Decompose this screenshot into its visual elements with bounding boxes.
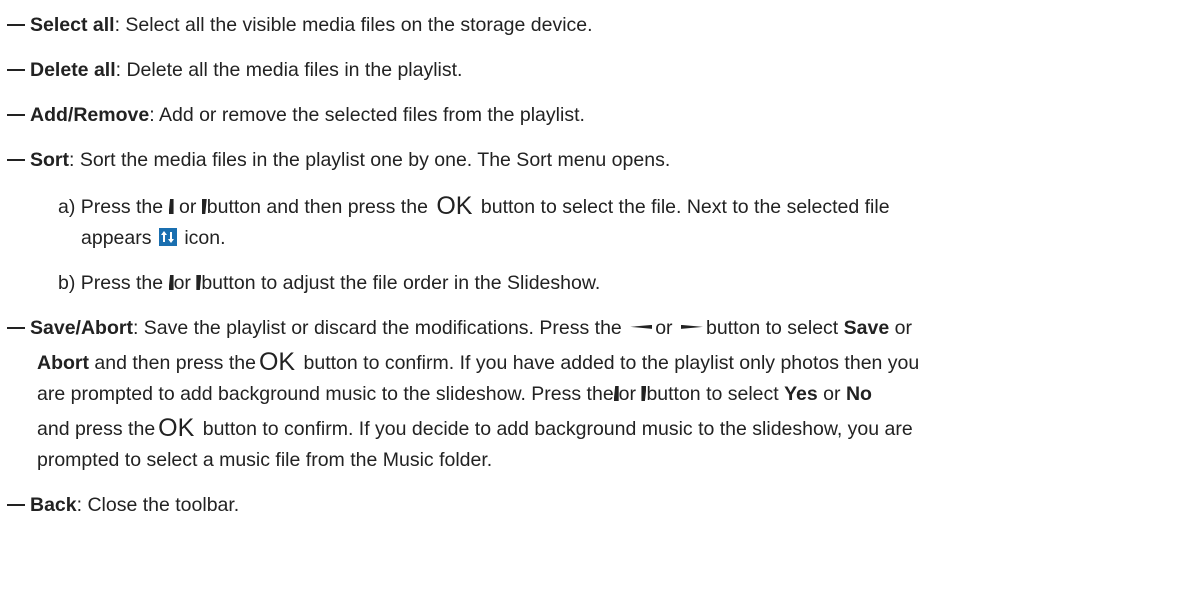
list-item-save-abort: Save/Abort: Save the playlist or discard… <box>7 315 912 341</box>
term-delete-all: Delete all <box>30 59 116 81</box>
term-back: Back <box>30 494 77 516</box>
left-button-icon <box>630 324 653 329</box>
ok-button-label: OK <box>258 348 296 376</box>
save-l4-post: button to confirm. If you decide to add … <box>202 418 913 440</box>
save-label: Save <box>843 317 890 339</box>
save-l3-mid: button to select <box>646 383 779 405</box>
step-b-pre: b) Press the <box>58 272 164 294</box>
sort-step-b: b) Press the or button to adjust the fil… <box>58 270 600 296</box>
list-item-sort: Sort: Sort the media files in the playli… <box>7 147 670 173</box>
desc-save-abort: : Save the playlist or discard the modif… <box>132 317 622 339</box>
step-a-icon-text: icon. <box>184 227 226 249</box>
save-l2-pre: and then press the <box>94 352 256 374</box>
desc-add-remove: : Add or remove the selected files from … <box>149 104 585 126</box>
save-l2-post: button to confirm. If you have added to … <box>303 352 920 374</box>
desc-back: : Close the toolbar. <box>76 494 240 516</box>
term-add-remove: Add/Remove <box>30 104 150 126</box>
save-l4-pre: and press the <box>37 418 156 440</box>
save-l3-or: or <box>618 383 637 405</box>
list-item-delete-all: Delete all: Delete all the media files i… <box>7 57 462 83</box>
step-a-appears: appears <box>81 227 152 249</box>
save-l1-post: button to select <box>705 317 839 339</box>
term-select-all: Select all <box>30 14 115 36</box>
em-dash <box>7 69 25 71</box>
save-l1-or: or <box>655 317 673 339</box>
em-dash <box>7 114 25 116</box>
desc-select-all: : Select all the visible media files on … <box>114 14 593 36</box>
right-button-icon <box>680 324 703 329</box>
save-abort-line4: and press the OK button to confirm. If yo… <box>37 414 913 442</box>
sort-order-icon <box>158 227 177 246</box>
sort-step-a-line2: appears icon. <box>81 225 226 251</box>
save-abort-line5: prompted to select a music file from the… <box>37 447 492 473</box>
list-item-back: Back: Close the toolbar. <box>7 492 239 518</box>
save-l3-pre: are prompted to add background music to … <box>37 383 614 405</box>
step-a-post: button to select the file. Next to the s… <box>480 196 890 218</box>
term-save-abort: Save/Abort <box>30 317 133 339</box>
ok-button-label: OK <box>436 192 473 220</box>
step-a-mid: button and then press the <box>206 196 428 218</box>
abort-label: Abort <box>37 352 89 374</box>
no-label: No <box>845 383 872 405</box>
step-b-or: or <box>173 272 191 294</box>
yes-label: Yes <box>784 383 818 405</box>
save-abort-line2: Abort and then press the OK button to con… <box>37 348 919 376</box>
sort-step-a: a) Press the or button and then press th… <box>58 192 890 220</box>
save-l5: prompted to select a music file from the… <box>37 449 493 471</box>
step-a-pre: a) Press the <box>58 196 164 218</box>
em-dash <box>7 504 25 506</box>
em-dash <box>7 24 25 26</box>
up-button-icon <box>613 386 619 401</box>
up-button-icon <box>168 275 174 290</box>
ok-button-label: OK <box>158 414 195 442</box>
save-l1-or2: or <box>894 317 912 339</box>
desc-sort: : Sort the media files in the playlist o… <box>69 149 671 171</box>
list-item-add-remove: Add/Remove: Add or remove the selected f… <box>7 102 585 128</box>
step-b-post: button to adjust the file order in the S… <box>201 272 601 294</box>
save-l3-or2: or <box>823 383 841 405</box>
up-button-icon <box>168 199 174 214</box>
term-sort: Sort <box>30 149 69 171</box>
em-dash <box>7 327 25 329</box>
list-item-select-all: Select all: Select all the visible media… <box>7 12 593 38</box>
em-dash <box>7 159 25 161</box>
desc-delete-all: : Delete all the media files in the play… <box>115 59 463 81</box>
save-abort-line3: are prompted to add background music to … <box>37 381 872 407</box>
step-a-or: or <box>178 196 197 218</box>
